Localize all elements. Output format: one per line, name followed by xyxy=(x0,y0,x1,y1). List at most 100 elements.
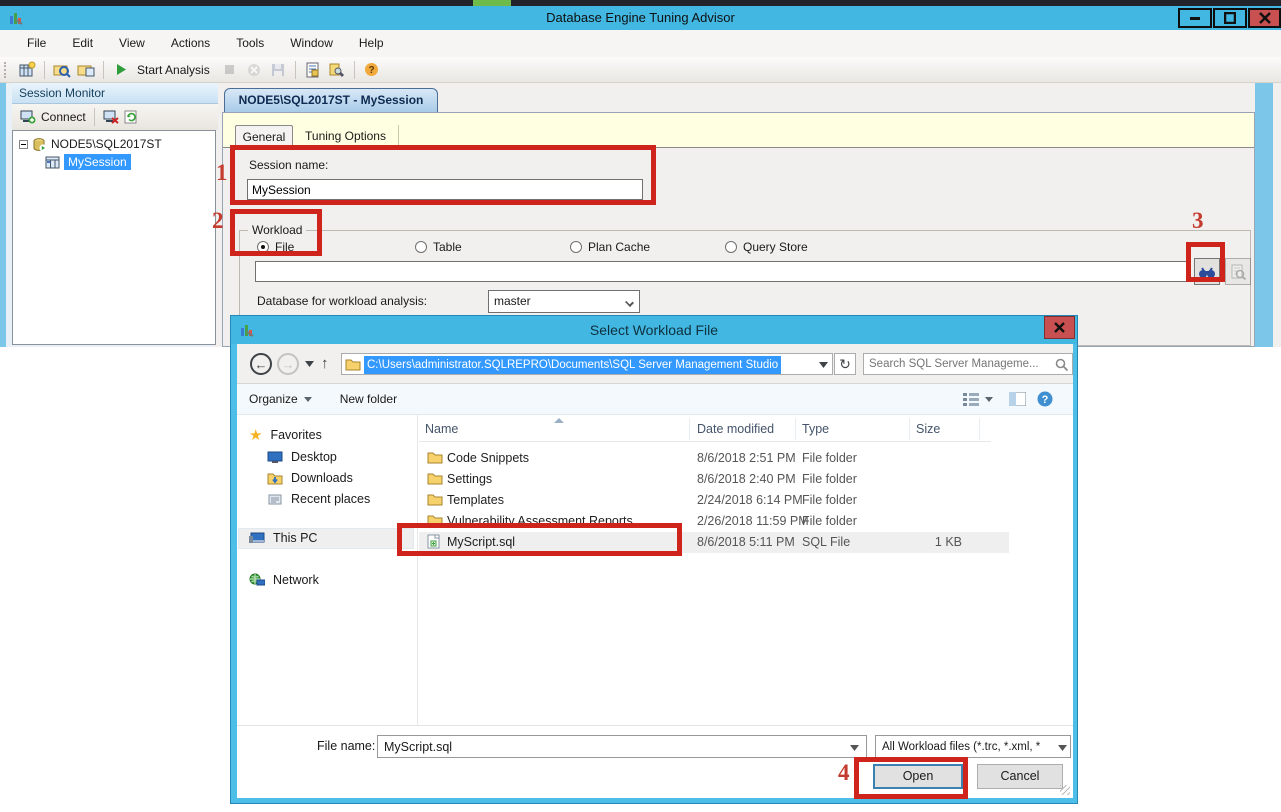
menu-view[interactable]: View xyxy=(106,30,158,57)
new-folder-button[interactable]: New folder xyxy=(340,392,397,406)
file-date: 8/6/2018 2:51 PM xyxy=(697,451,796,465)
preview-pane-icon[interactable] xyxy=(1009,392,1026,406)
dialog-titlebar[interactable]: Select Workload File xyxy=(231,316,1077,344)
server-node-label[interactable]: NODE5\SQL2017ST xyxy=(51,137,162,151)
tab-tuning-options[interactable]: Tuning Options xyxy=(293,125,399,148)
organize-button[interactable]: Organize xyxy=(249,392,298,406)
recent-locations-chevron-icon[interactable] xyxy=(305,361,314,367)
file-row-templates[interactable]: Templates 2/24/2018 6:14 PM File folder xyxy=(419,490,1009,511)
column-separator[interactable] xyxy=(909,418,910,440)
file-name-combo[interactable]: MyScript.sql xyxy=(377,735,867,758)
maximize-button[interactable] xyxy=(1213,8,1247,28)
minimize-button[interactable] xyxy=(1178,8,1212,28)
column-date-modified[interactable]: Date modified xyxy=(697,422,774,436)
import-workload-icon[interactable] xyxy=(76,60,96,80)
database-select[interactable]: master xyxy=(488,290,640,313)
open-button[interactable]: Open xyxy=(873,764,963,789)
menu-tools[interactable]: Tools xyxy=(223,30,277,57)
desktop-icon xyxy=(267,451,283,464)
address-dropdown-chevron-icon[interactable] xyxy=(819,362,828,368)
radio-table-label: Table xyxy=(433,240,462,254)
column-separator[interactable] xyxy=(795,418,796,440)
column-separator[interactable] xyxy=(689,418,690,440)
file-row-myscript-selected[interactable]: MyScript.sql 8/6/2018 5:11 PM SQL File 1… xyxy=(419,532,1009,553)
menu-window[interactable]: Window xyxy=(277,30,346,57)
main-toolbar: Start Analysis ? xyxy=(0,57,1281,83)
column-name[interactable]: Name xyxy=(425,422,458,436)
search-box[interactable] xyxy=(863,353,1073,375)
main-titlebar[interactable]: Database Engine Tuning Advisor xyxy=(0,6,1281,30)
file-browser-area: ★ Favorites Desktop Downloads Recent pla… xyxy=(237,415,1073,725)
file-row-vulnerability-reports[interactable]: Vulnerability Assessment Reports 2/26/20… xyxy=(419,511,1009,532)
dialog-sidebar: ★ Favorites Desktop Downloads Recent pla… xyxy=(237,415,417,725)
tree-node-server[interactable]: NODE5\SQL2017ST xyxy=(13,135,215,153)
resize-grip-icon[interactable] xyxy=(1060,785,1070,795)
tab-general[interactable]: General xyxy=(235,125,293,148)
toolbar-separator xyxy=(93,108,95,126)
tree-node-session[interactable]: MySession xyxy=(13,153,215,171)
start-analysis-icon[interactable] xyxy=(111,60,131,80)
sidebar-item-downloads[interactable]: Downloads xyxy=(267,468,353,488)
workload-file-input[interactable] xyxy=(255,261,1191,282)
radio-file[interactable]: File xyxy=(257,240,294,254)
view-list-icon[interactable] xyxy=(963,393,979,406)
radio-query-store[interactable]: Query Store xyxy=(725,240,808,254)
column-size[interactable]: Size xyxy=(916,422,940,436)
svg-text:?: ? xyxy=(1042,394,1049,406)
cancel-button[interactable]: Cancel xyxy=(977,764,1063,789)
chevron-down-icon[interactable] xyxy=(1058,745,1067,751)
file-row-settings[interactable]: Settings 8/6/2018 2:40 PM File folder xyxy=(419,469,1009,490)
search-input[interactable] xyxy=(869,355,1049,373)
stop-analysis-icon xyxy=(220,60,240,80)
tuning-options-icon[interactable] xyxy=(327,60,347,80)
session-node-label-selected[interactable]: MySession xyxy=(64,154,131,170)
disconnect-icon[interactable] xyxy=(103,110,119,124)
dialog-close-button[interactable] xyxy=(1044,316,1075,339)
help-icon[interactable]: ? xyxy=(362,60,382,80)
open-session-icon[interactable] xyxy=(52,60,72,80)
connect-button[interactable]: Connect xyxy=(41,110,86,124)
cancel-analysis-icon xyxy=(244,60,264,80)
sql-file-icon xyxy=(427,534,440,549)
connect-icon[interactable] xyxy=(20,110,36,124)
sidebar-item-network[interactable]: Network xyxy=(249,570,319,590)
collapse-icon[interactable] xyxy=(19,139,28,149)
dialog-title: Select Workload File xyxy=(589,322,719,338)
view-report-icon[interactable] xyxy=(303,60,323,80)
session-name-input[interactable] xyxy=(247,179,643,200)
sidebar-item-recent-places[interactable]: Recent places xyxy=(267,489,370,509)
menu-actions[interactable]: Actions xyxy=(158,30,223,57)
help-icon[interactable]: ? xyxy=(1037,391,1053,407)
sidebar-item-favorites[interactable]: ★ Favorites xyxy=(249,425,322,445)
column-type[interactable]: Type xyxy=(802,422,829,436)
radio-table[interactable]: Table xyxy=(415,240,462,254)
sidebar-label: Network xyxy=(273,573,319,587)
view-chevron-icon[interactable] xyxy=(985,397,993,402)
menu-edit[interactable]: Edit xyxy=(59,30,106,57)
chevron-down-icon[interactable] xyxy=(850,745,859,751)
address-bar[interactable]: C:\Users\administrator.SQLREPRO\Document… xyxy=(341,353,833,375)
window-title: Database Engine Tuning Advisor xyxy=(546,10,735,25)
search-icon xyxy=(1055,358,1069,372)
radio-plan-cache[interactable]: Plan Cache xyxy=(570,240,650,254)
file-type-combo[interactable]: All Workload files (*.trc, *.xml, * xyxy=(875,735,1071,758)
file-row-code-snippets[interactable]: Code Snippets 8/6/2018 2:51 PM File fold… xyxy=(419,448,1009,469)
start-analysis-button[interactable]: Start Analysis xyxy=(135,63,216,77)
sidebar-item-desktop[interactable]: Desktop xyxy=(267,447,337,467)
sidebar-label: Favorites xyxy=(270,428,322,442)
back-button[interactable]: ← xyxy=(250,353,272,375)
up-button[interactable]: ↑ xyxy=(321,355,329,372)
menu-help[interactable]: Help xyxy=(346,30,397,57)
new-session-icon[interactable] xyxy=(17,60,37,80)
sidebar-item-this-pc[interactable]: This PC xyxy=(249,528,317,548)
column-separator[interactable] xyxy=(979,418,980,440)
refresh-button[interactable]: ↻ xyxy=(834,353,856,375)
file-name: Code Snippets xyxy=(447,451,530,465)
file-size: 1 KB xyxy=(934,535,962,549)
menu-file[interactable]: File xyxy=(14,30,59,57)
document-tab[interactable]: NODE5\SQL2017ST - MySession xyxy=(224,88,438,112)
refresh-icon[interactable] xyxy=(124,110,138,124)
close-button[interactable] xyxy=(1248,8,1281,28)
radio-icon xyxy=(415,241,427,253)
browse-workload-file-button[interactable] xyxy=(1194,258,1220,285)
